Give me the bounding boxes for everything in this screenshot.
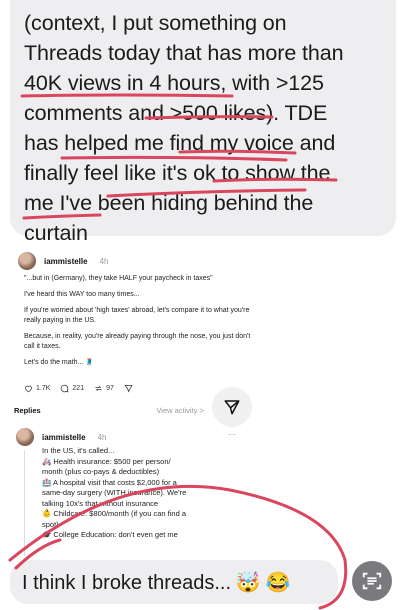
repost-icon <box>95 385 102 392</box>
message-line-3: 40K views in 4 hours, with >125 <box>24 71 324 95</box>
replies-title: Replies <box>14 406 41 415</box>
post-actions: 1.7K 221 97 <box>24 384 133 393</box>
like-button[interactable]: 1.7K <box>24 384 50 393</box>
more-options-icon[interactable]: ··· <box>228 430 236 439</box>
reply-item: iammistelle 4h ··· In the US, it's calle… <box>16 428 256 556</box>
heart-icon <box>25 385 32 393</box>
reply-line: talking 10x's that without insurance <box>42 498 159 508</box>
message-line-8: curtain <box>24 221 88 245</box>
comment-icon <box>61 384 69 393</box>
post-paragraph: Because, in reality, you're already payi… <box>24 333 251 350</box>
reply-body: In the US, it's called... 🚑 Health insur… <box>42 446 256 541</box>
post-paragraph: If you're worried about 'high taxes' abr… <box>24 307 250 324</box>
bottom-message-emojis: 🤯 😂 <box>235 572 291 594</box>
reply-line: month (plus co-pays & deductibles) <box>42 467 160 476</box>
post-time: 4h <box>99 256 109 266</box>
comment-button[interactable]: 221 <box>60 384 84 393</box>
avatar[interactable] <box>16 428 34 446</box>
thread-line <box>24 450 25 556</box>
reply-time: 4h <box>97 432 107 442</box>
post-username[interactable]: iammistelle <box>44 257 88 266</box>
repost-count: 97 <box>106 385 114 392</box>
post-body: "...but in (Germany), they take HALF you… <box>24 274 254 374</box>
share-button[interactable] <box>124 384 133 393</box>
comment-count: 221 <box>72 385 85 392</box>
post-paragraph: "...but in (Germany), they take HALF you… <box>24 275 213 282</box>
reply-line: 🏥 A hospital visit that costs $2,000 for… <box>42 477 177 487</box>
send-button[interactable] <box>212 387 252 427</box>
post-header: iammistelle 4h <box>18 252 108 270</box>
message-line-5: has helped me find my voice and <box>24 131 336 155</box>
like-count: 1.7K <box>36 385 51 392</box>
send-icon <box>224 400 240 415</box>
post-paragraph: Let's do the math... 🧵 <box>24 359 94 366</box>
reply-line: same-day surgery (WITH insurance). We're <box>42 488 187 497</box>
message-line-1: (context, I put something on <box>24 11 287 35</box>
send-icon <box>124 385 133 393</box>
live-text-icon <box>362 572 382 590</box>
reply-username[interactable]: iammistelle <box>42 433 86 442</box>
bottom-message-text: I think I broke threads... <box>22 572 231 594</box>
repost-button[interactable]: 97 <box>94 384 114 393</box>
reply-line: 🎓 College Education: don't even get me <box>42 530 178 539</box>
replies-header: Replies View activity > <box>14 406 204 415</box>
message-line-7: me I've been hiding behind the <box>24 191 314 215</box>
message-bubble: (context, I put something on Threads tod… <box>10 0 396 245</box>
bottom-message-bubble: I think I broke threads... 🤯 😂 <box>10 560 338 604</box>
avatar[interactable] <box>18 252 36 270</box>
reply-line: spot) <box>42 519 59 529</box>
reply-line: In the US, it's called... <box>42 446 115 455</box>
view-activity-link[interactable]: View activity > <box>156 406 204 415</box>
reply-line: 🚑 Health insurance: $500 per person/ <box>42 456 171 466</box>
message-line-6: finally feel like it's ok to show the <box>24 161 331 185</box>
reply-line: 👶 Childcare: $800/month (if you can find… <box>42 509 186 518</box>
message-line-4: comments and >500 likes). TDE <box>24 101 328 125</box>
live-text-button[interactable] <box>352 561 392 601</box>
post-paragraph: I've heard this WAY too many times... <box>24 291 140 298</box>
message-line-2: Threads today that has more than <box>24 41 344 65</box>
